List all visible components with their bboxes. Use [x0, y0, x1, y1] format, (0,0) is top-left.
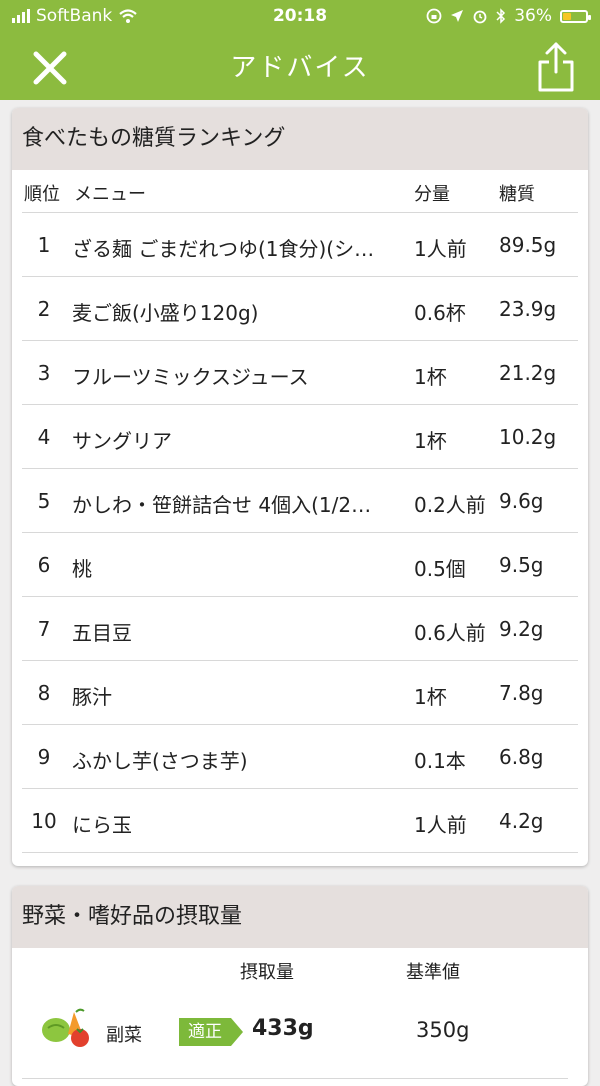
rank-cell: 5 [37, 489, 51, 513]
menu-cell: にら玉 [72, 813, 132, 837]
sugar-cell: 9.5g [499, 553, 544, 577]
menu-cell: フルーツミックスジュース [72, 365, 309, 389]
share-button[interactable] [534, 40, 578, 94]
table-row: 3 フルーツミックスジュース 1杯 21.2g [22, 341, 578, 405]
intake-value: 433g [252, 1016, 314, 1041]
sugar-cell: 89.5g [499, 233, 557, 257]
table-row: 7 五目豆 0.6人前 9.2g [22, 597, 578, 661]
header-quantity: 分量 [414, 184, 450, 205]
header-sugar: 糖質 [499, 184, 535, 205]
sugar-cell: 7.8g [499, 681, 544, 705]
sugar-cell: 9.6g [499, 489, 544, 513]
ranking-table-header: 順位 メニュー 分量 糖質 [22, 170, 578, 213]
vegetables-table-header: 摂取量 基準値 [12, 948, 588, 988]
menu-cell: 五目豆 [72, 621, 132, 645]
menu-cell: 麦ご飯(小盛り120g) [72, 301, 259, 325]
ranking-rows: 1 ざる麺 ごまだれつゆ(1食分)(シ… 1人前 89.5g 2 麦ご飯(小盛り… [22, 213, 578, 853]
table-row: 5 かしわ・笹餅詰合せ 4個入(1/2… 0.2人前 9.6g [22, 469, 578, 533]
quantity-cell: 0.2人前 [414, 493, 486, 517]
rank-cell: 9 [37, 745, 51, 769]
page-title: アドバイス [230, 53, 370, 83]
sugar-cell: 10.2g [499, 425, 557, 449]
rank-cell: 2 [37, 297, 51, 321]
table-row: 2 麦ご飯(小盛り120g) 0.6杯 23.9g [22, 277, 578, 341]
rank-cell: 7 [37, 617, 51, 641]
alarm-icon [473, 10, 487, 24]
quantity-cell: 0.6杯 [414, 301, 466, 325]
sugar-cell: 4.2g [499, 809, 544, 833]
quantity-cell: 0.5個 [414, 557, 466, 581]
rank-cell: 4 [37, 425, 51, 449]
header-standard: 基準値 [406, 962, 460, 983]
menu-cell: かしわ・笹餅詰合せ 4個入(1/2… [72, 493, 372, 517]
sugar-cell: 9.2g [499, 617, 544, 641]
vegetables-title: 野菜・嗜好品の摂取量 [12, 886, 588, 948]
quantity-cell: 1杯 [414, 365, 447, 389]
quantity-cell: 0.1本 [414, 749, 466, 773]
status-badge: 適正 [179, 1018, 243, 1046]
bluetooth-icon [496, 8, 506, 24]
app-header: SoftBank 20:18 36% アドバイス [0, 0, 600, 100]
menu-cell: ざる麺 ごまだれつゆ(1食分)(シ… [72, 237, 375, 261]
vegetables-icon [42, 1008, 89, 1047]
status-bar: SoftBank 20:18 36% [0, 0, 600, 34]
rank-cell: 6 [37, 553, 51, 577]
vegetable-label: 副菜 [106, 1025, 142, 1046]
vegetable-row: 副菜 適正 433g 350g [22, 988, 568, 1079]
table-row: 6 桃 0.5個 9.5g [22, 533, 578, 597]
quantity-cell: 1杯 [414, 429, 447, 453]
battery-percent: 36% [514, 6, 552, 26]
ranking-title: 食べたもの糖質ランキング [12, 108, 588, 170]
header-rank: 順位 [24, 184, 60, 205]
quantity-cell: 0.6人前 [414, 621, 486, 645]
rank-cell: 3 [37, 361, 51, 385]
table-row: 8 豚汁 1杯 7.8g [22, 661, 578, 725]
sugar-cell: 21.2g [499, 361, 557, 385]
table-row: 1 ざる麺 ごまだれつゆ(1食分)(シ… 1人前 89.5g [22, 213, 578, 277]
menu-cell: 桃 [72, 557, 92, 581]
quantity-cell: 1人前 [414, 237, 467, 261]
quantity-cell: 1杯 [414, 685, 447, 709]
table-row: 9 ふかし芋(さつま芋) 0.1本 6.8g [22, 725, 578, 789]
sugar-cell: 23.9g [499, 297, 557, 321]
sugar-cell: 6.8g [499, 745, 544, 769]
table-row: 10 にら玉 1人前 4.2g [22, 789, 578, 853]
vegetable-intake-card: 野菜・嗜好品の摂取量 摂取量 基準値 副菜 適正 433g 350g [12, 886, 588, 1086]
menu-cell: サングリア [72, 429, 172, 453]
battery-icon [560, 9, 591, 23]
rank-cell: 10 [31, 809, 57, 833]
menu-cell: ふかし芋(さつま芋) [72, 749, 248, 773]
table-row: 4 サングリア 1杯 10.2g [22, 405, 578, 469]
header-intake: 摂取量 [240, 962, 294, 983]
rank-cell: 1 [37, 233, 51, 257]
rotation-lock-icon [426, 8, 442, 24]
quantity-cell: 1人前 [414, 813, 467, 837]
sugar-ranking-card: 食べたもの糖質ランキング 順位 メニュー 分量 糖質 1 ざる麺 ごまだれつゆ(… [12, 108, 588, 866]
standard-value: 350g [416, 1018, 470, 1042]
location-icon [451, 10, 464, 22]
header-menu: メニュー [74, 184, 146, 205]
menu-cell: 豚汁 [72, 685, 112, 709]
rank-cell: 8 [37, 681, 51, 705]
